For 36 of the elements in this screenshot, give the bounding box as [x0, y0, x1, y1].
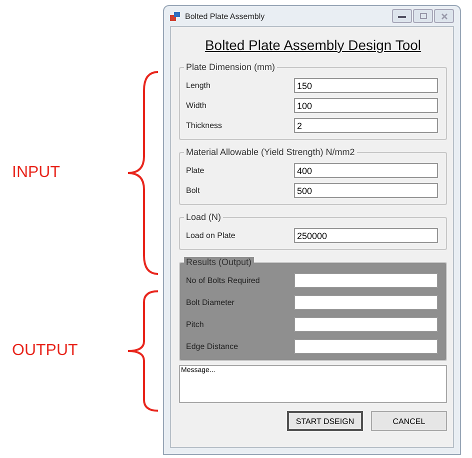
- field-label: Load on Plate: [186, 231, 236, 240]
- field-label: Plate: [186, 166, 204, 175]
- field-label: Length: [186, 81, 210, 90]
- close-button[interactable]: [434, 9, 454, 23]
- input-field[interactable]: [294, 295, 438, 310]
- maximize-icon: [420, 13, 426, 19]
- field-label: Edge Distance: [186, 342, 238, 351]
- input-field[interactable]: 100: [294, 98, 438, 113]
- field-label: Bolt: [186, 186, 200, 195]
- field-label: Thickness: [186, 121, 222, 130]
- app-icon: [170, 12, 180, 20]
- input-field[interactable]: 500: [294, 183, 438, 198]
- input-field[interactable]: [294, 317, 438, 332]
- minimize-icon: [398, 14, 406, 18]
- field-label: Pitch: [186, 320, 204, 329]
- close-icon: [440, 12, 448, 20]
- input-field[interactable]: 400: [294, 163, 438, 178]
- field-label: Bolt Diameter: [186, 298, 234, 307]
- window-title: Bolted Plate Assembly: [185, 12, 266, 20]
- minimize-button[interactable]: [392, 9, 412, 23]
- input-field[interactable]: [294, 339, 438, 354]
- group-title: Results (Output): [184, 257, 254, 267]
- annotation-label: INPUT: [11, 164, 61, 182]
- field-label: Width: [186, 101, 206, 110]
- group-title: Plate Dimension (mm): [184, 62, 278, 72]
- group-title: Load (N): [184, 212, 224, 222]
- cancel-button[interactable]: CANCEL: [371, 411, 447, 431]
- input-field[interactable]: [294, 273, 438, 288]
- field-label: No of Bolts Required: [186, 276, 260, 285]
- input-field[interactable]: 2: [294, 118, 438, 133]
- start-button[interactable]: START DSEIGN: [287, 411, 363, 431]
- input-field[interactable]: 250000: [294, 228, 438, 243]
- annotation-label: OUTPUT: [11, 342, 79, 360]
- group-title: Material Allowable (Yield Strength) N/mm2: [184, 147, 357, 157]
- input-field[interactable]: 150: [294, 78, 438, 93]
- form-heading: Bolted Plate Assembly Design Tool: [204, 37, 422, 53]
